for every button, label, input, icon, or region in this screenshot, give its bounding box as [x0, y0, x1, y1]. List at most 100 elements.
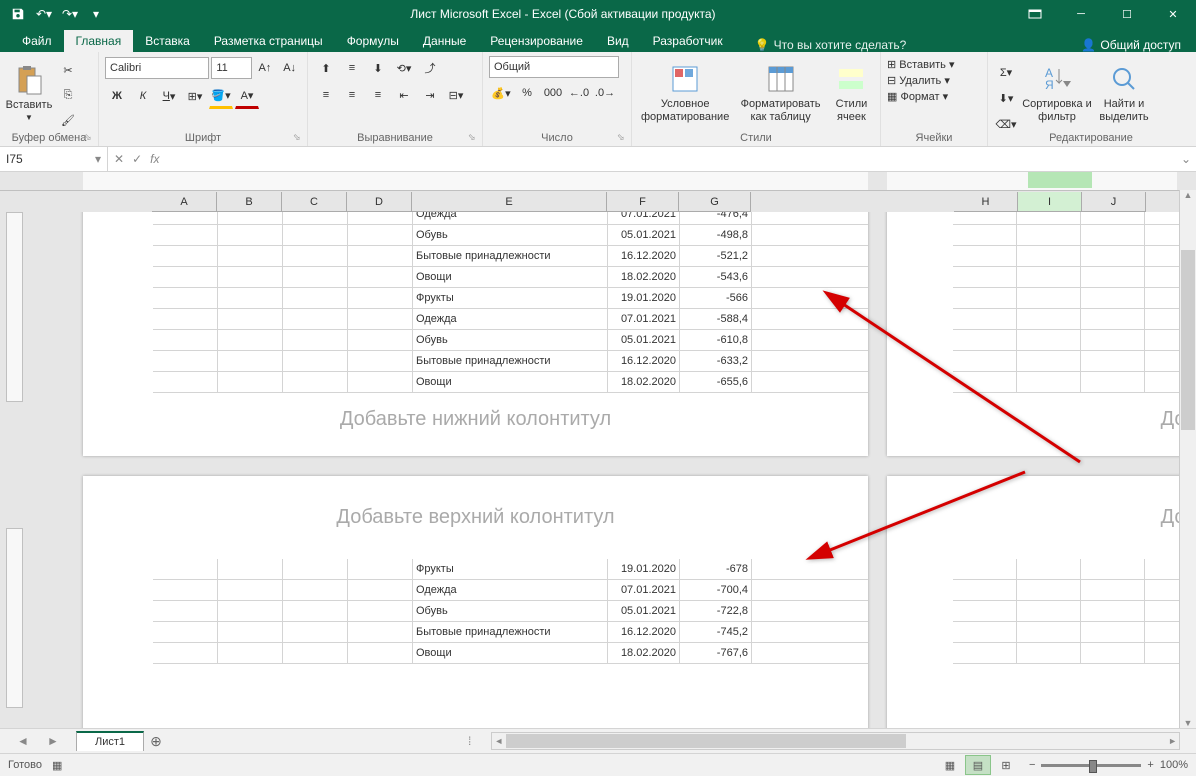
fx-icon[interactable]: fx: [150, 152, 159, 166]
cell[interactable]: [1017, 351, 1081, 371]
cut-icon[interactable]: ✂: [56, 58, 80, 82]
cell[interactable]: [218, 372, 283, 392]
cell[interactable]: [218, 580, 283, 600]
cell[interactable]: Обувь: [413, 225, 608, 245]
delete-cells[interactable]: ⊟ Удалить ▾: [887, 74, 950, 87]
grow-font-icon[interactable]: A↑: [254, 56, 277, 80]
cell[interactable]: [218, 246, 283, 266]
currency[interactable]: 💰▾: [489, 81, 513, 105]
cell[interactable]: [1081, 246, 1145, 266]
cell[interactable]: [1017, 643, 1081, 663]
tab-developer[interactable]: Разработчик: [641, 30, 735, 52]
col-header-D[interactable]: D: [347, 192, 412, 212]
cell[interactable]: 07.01.2021: [608, 212, 680, 224]
cell[interactable]: Бытовые принадлежности: [413, 351, 608, 371]
cell[interactable]: [953, 351, 1017, 371]
cell[interactable]: [1081, 622, 1145, 642]
dec-decimal[interactable]: .0→: [593, 81, 617, 105]
share-button[interactable]: 👤Общий доступ: [1081, 38, 1181, 52]
add-sheet[interactable]: ⊕: [144, 733, 168, 750]
cell[interactable]: [1017, 330, 1081, 350]
cell[interactable]: [953, 601, 1017, 621]
cell[interactable]: -655,6: [680, 372, 752, 392]
cell[interactable]: [153, 330, 218, 350]
comma[interactable]: 000: [541, 81, 565, 105]
format-cells[interactable]: ▦ Формат ▾: [887, 90, 948, 103]
cell[interactable]: [283, 559, 348, 579]
align-launcher[interactable]: ⬂: [468, 132, 480, 144]
cell[interactable]: [953, 225, 1017, 245]
insert-cells[interactable]: ⊞ Вставить ▾: [887, 58, 955, 71]
cell[interactable]: [1017, 246, 1081, 266]
cell[interactable]: [153, 580, 218, 600]
cell[interactable]: Овощи: [413, 372, 608, 392]
merge[interactable]: ⊟▾: [444, 83, 468, 107]
cell[interactable]: -610,8: [680, 330, 752, 350]
cell[interactable]: Овощи: [413, 267, 608, 287]
cell[interactable]: [283, 580, 348, 600]
cell[interactable]: [1081, 643, 1145, 663]
cell[interactable]: [953, 559, 1017, 579]
cell[interactable]: [1081, 267, 1145, 287]
cell[interactable]: [348, 372, 413, 392]
cell[interactable]: 16.12.2020: [608, 246, 680, 266]
cell-styles[interactable]: Стили ячеек: [827, 58, 876, 128]
cell[interactable]: [1081, 580, 1145, 600]
cell[interactable]: [953, 643, 1017, 663]
cell[interactable]: 05.01.2021: [608, 225, 680, 245]
normal-view[interactable]: ▦: [937, 755, 963, 775]
tab-view[interactable]: Вид: [595, 30, 641, 52]
tab-data[interactable]: Данные: [411, 30, 478, 52]
underline-button[interactable]: Ч▾: [157, 84, 181, 108]
cell[interactable]: [153, 225, 218, 245]
fill-color-button[interactable]: 🪣▾: [209, 83, 233, 109]
conditional-format[interactable]: Условное форматирование: [636, 58, 734, 128]
cell[interactable]: 18.02.2020: [608, 372, 680, 392]
font-name[interactable]: Calibri: [105, 57, 209, 79]
cell[interactable]: -767,6: [680, 643, 752, 663]
cell[interactable]: [1081, 212, 1145, 224]
cell[interactable]: [1017, 267, 1081, 287]
number-format[interactable]: Общий: [489, 56, 619, 78]
cell[interactable]: Обувь: [413, 601, 608, 621]
cell[interactable]: -566: [680, 288, 752, 308]
cell[interactable]: [348, 622, 413, 642]
paste-button[interactable]: Вставить▼: [4, 58, 54, 128]
zoom-out[interactable]: −: [1029, 759, 1035, 771]
align-top[interactable]: ⬆: [314, 56, 338, 80]
cell[interactable]: [1017, 559, 1081, 579]
cell[interactable]: [283, 212, 348, 224]
cell[interactable]: -543,6: [680, 267, 752, 287]
cell[interactable]: [283, 330, 348, 350]
page-break-view[interactable]: ⊞: [993, 755, 1019, 775]
indent-inc[interactable]: ⇥: [418, 83, 442, 107]
cell[interactable]: 16.12.2020: [608, 351, 680, 371]
autosum[interactable]: Σ▾: [994, 60, 1018, 84]
cell[interactable]: [218, 288, 283, 308]
name-box[interactable]: I75▾: [0, 147, 108, 171]
cell[interactable]: [1081, 309, 1145, 329]
cell[interactable]: [1017, 212, 1081, 224]
cell[interactable]: [348, 643, 413, 663]
tab-home[interactable]: Главная: [64, 30, 134, 52]
cell[interactable]: [1017, 601, 1081, 621]
cell[interactable]: Овощи: [413, 643, 608, 663]
footer-placeholder-bottom[interactable]: Добавьте нижний колонтитул: [83, 393, 868, 446]
cell[interactable]: [348, 246, 413, 266]
cell[interactable]: [153, 267, 218, 287]
cell[interactable]: -745,2: [680, 622, 752, 642]
cell[interactable]: [1017, 288, 1081, 308]
header-placeholder-top[interactable]: Добавьте верхний колонтитул: [83, 476, 868, 559]
zoom-slider[interactable]: [1041, 764, 1141, 767]
cell[interactable]: [153, 288, 218, 308]
cell[interactable]: Фрукты: [413, 559, 608, 579]
cell[interactable]: Одежда: [413, 309, 608, 329]
cell[interactable]: [218, 212, 283, 224]
cell[interactable]: [153, 246, 218, 266]
cell[interactable]: [283, 601, 348, 621]
cell[interactable]: [1017, 622, 1081, 642]
cell[interactable]: [218, 601, 283, 621]
sort-filter[interactable]: AЯСортировка и фильтр: [1022, 58, 1092, 128]
cell[interactable]: [953, 330, 1017, 350]
cell[interactable]: [1081, 330, 1145, 350]
